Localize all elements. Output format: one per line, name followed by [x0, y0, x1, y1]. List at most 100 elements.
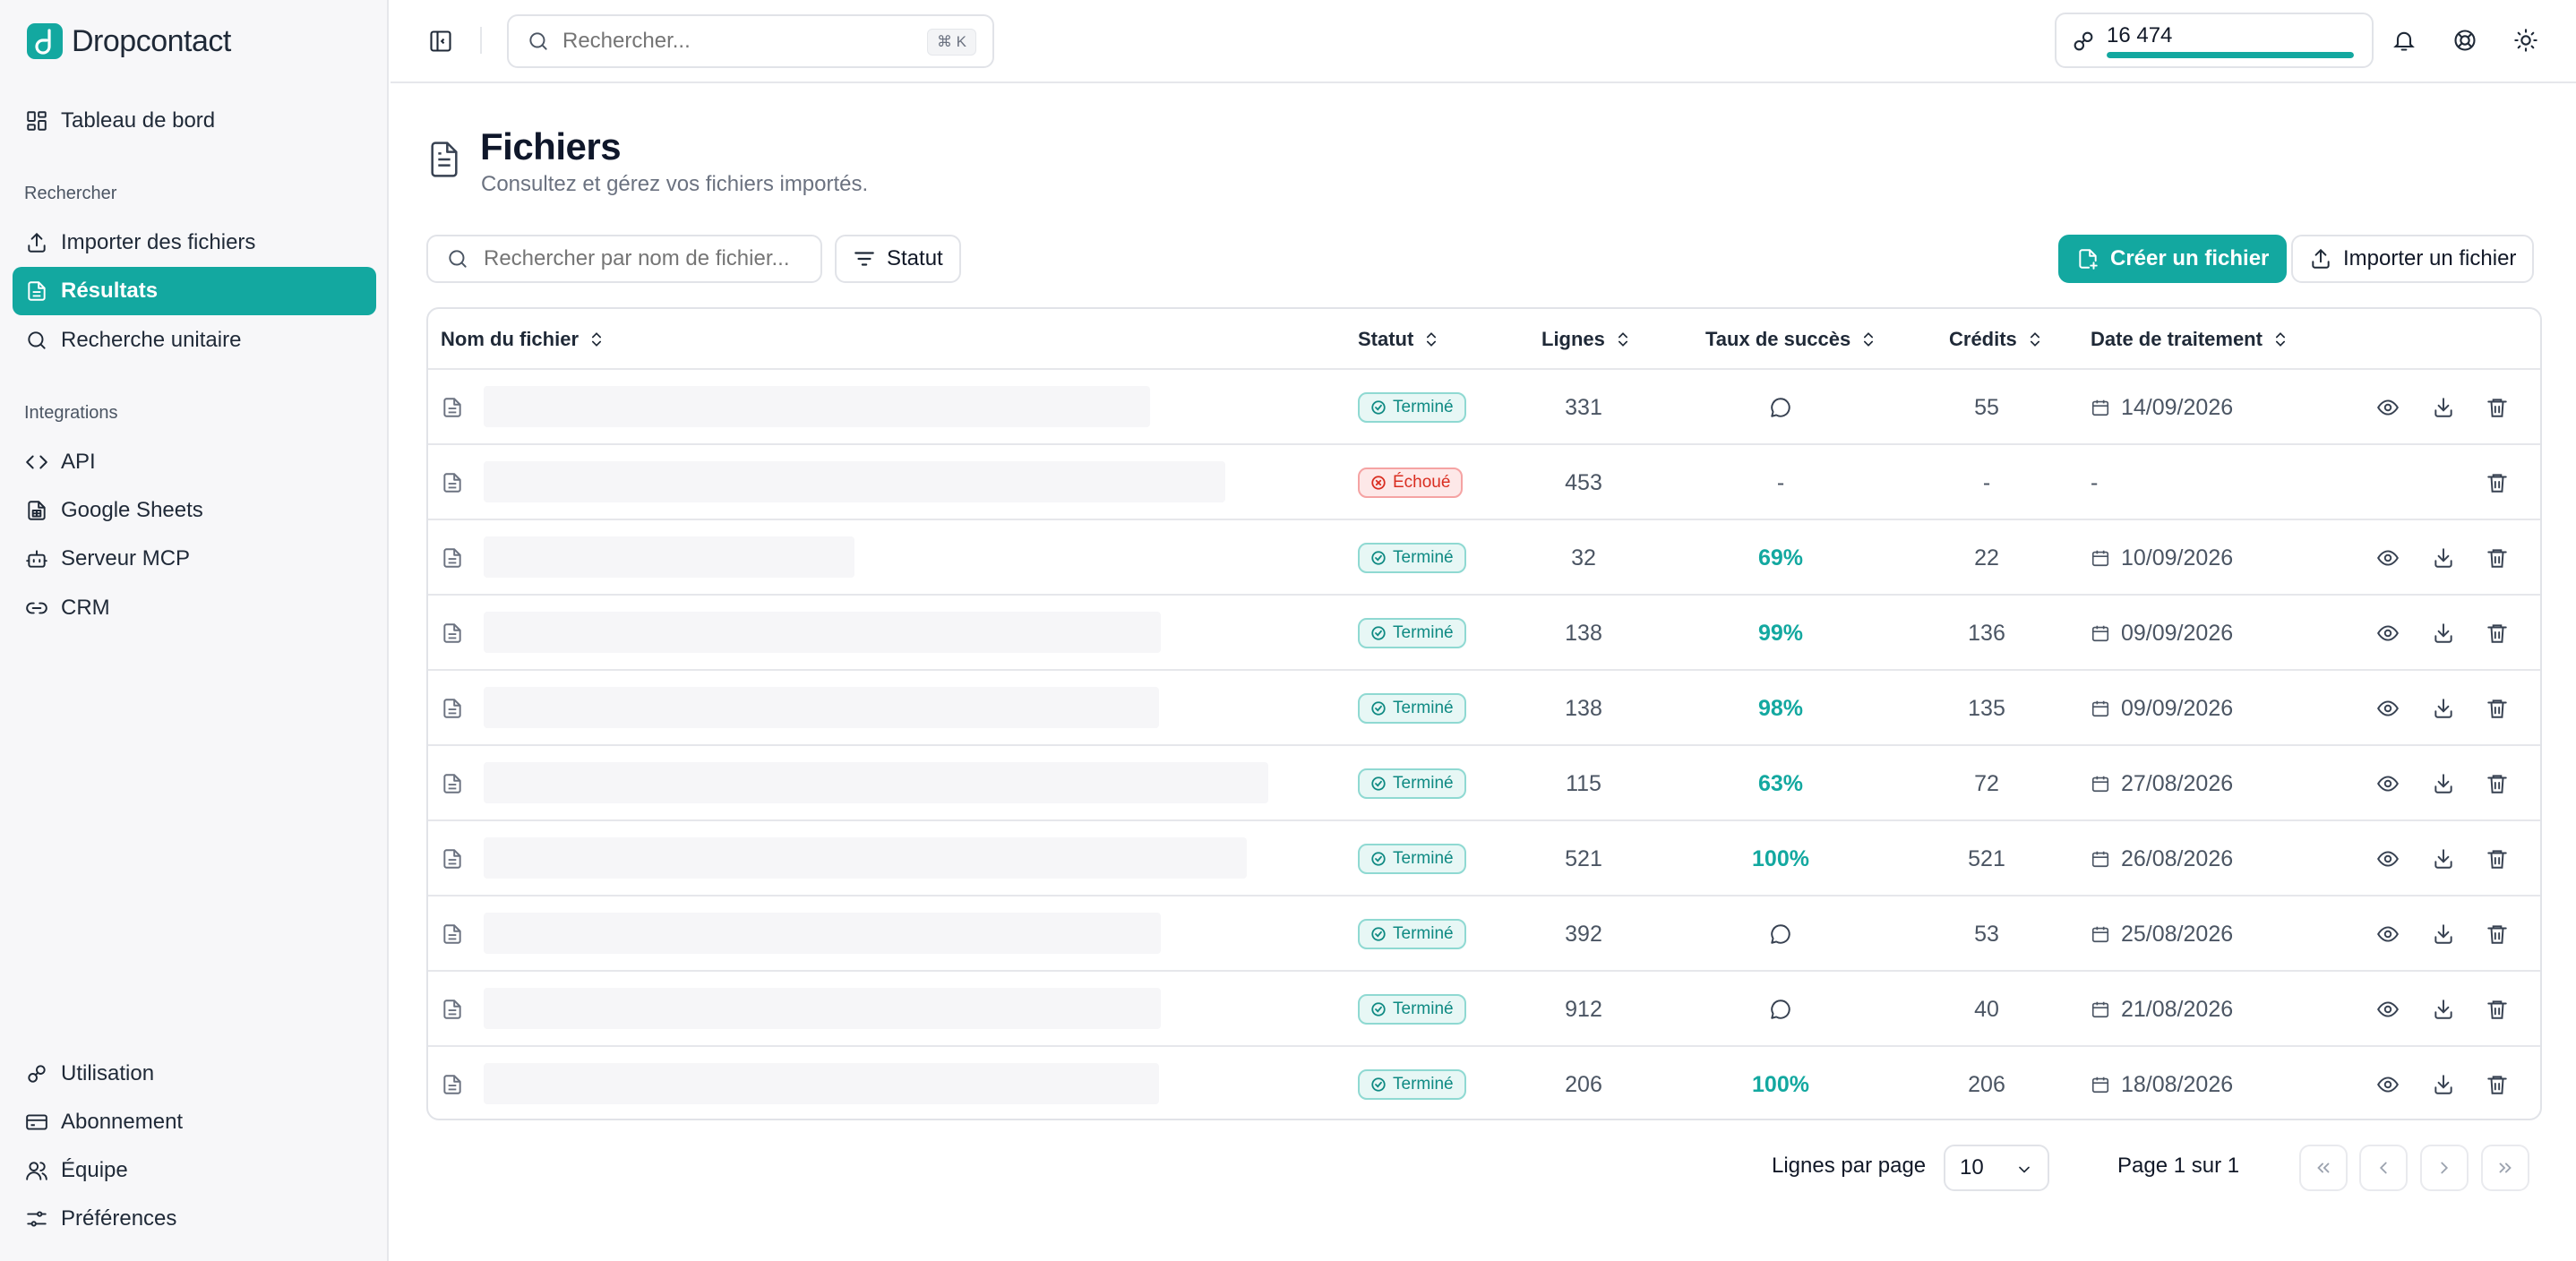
delete-file-button[interactable] [2481, 542, 2513, 574]
column-header-status[interactable]: Statut [1358, 309, 1440, 370]
first-page-button[interactable] [2299, 1145, 2348, 1191]
files-table: Nom du fichier Statut Lignes Taux de suc… [426, 307, 2542, 1120]
date-cell: - [2091, 445, 2098, 520]
delete-file-button[interactable] [2481, 467, 2513, 499]
delete-file-button[interactable] [2481, 918, 2513, 950]
column-header-processing-date[interactable]: Date de traitement [2091, 309, 2289, 370]
column-header-name[interactable]: Nom du fichier [441, 309, 605, 370]
delete-file-button[interactable] [2481, 768, 2513, 800]
comment-icon[interactable] [1769, 922, 1792, 946]
comment-icon[interactable] [1769, 998, 1792, 1021]
last-page-button[interactable] [2481, 1145, 2529, 1191]
download-file-button[interactable] [2427, 391, 2460, 424]
table-row[interactable]: Terminé 138 98% 135 09/09/2026 [428, 671, 2540, 746]
view-file-button[interactable] [2372, 993, 2404, 1025]
download-file-button[interactable] [2427, 1068, 2460, 1101]
sidebar-item-google-sheets[interactable]: Google Sheets [13, 486, 376, 535]
calendar-icon [2091, 398, 2121, 417]
download-file-button[interactable] [2427, 617, 2460, 649]
sidebar-item-team[interactable]: Équipe [13, 1146, 376, 1195]
delete-file-button[interactable] [2481, 692, 2513, 725]
column-header-credits[interactable]: Crédits [1949, 309, 2044, 370]
status-cell: Échoué [1358, 445, 1464, 520]
sidebar-item-mcp-server[interactable]: Serveur MCP [13, 535, 376, 583]
sidebar-item-api[interactable]: API [13, 438, 376, 486]
download-file-button[interactable] [2427, 768, 2460, 800]
file-name-redacted [484, 837, 1247, 879]
preferences-icon [25, 1207, 48, 1231]
success-rate-cell: 98% [1691, 671, 1870, 746]
file-plus-icon [2076, 247, 2099, 270]
comment-icon[interactable] [1769, 396, 1792, 419]
view-file-button[interactable] [2372, 542, 2404, 574]
create-file-label: Créer un fichier [2110, 246, 2270, 270]
column-label: Statut [1358, 328, 1414, 350]
delete-file-button[interactable] [2481, 993, 2513, 1025]
view-file-button[interactable] [2372, 617, 2404, 649]
download-file-button[interactable] [2427, 692, 2460, 725]
trash-icon [2486, 1073, 2509, 1096]
sidebar-item-usage[interactable]: Utilisation [13, 1050, 376, 1098]
file-icon [441, 972, 466, 1047]
delete-file-button[interactable] [2481, 391, 2513, 424]
table-row[interactable]: Terminé 32 69% 22 10/09/2026 [428, 520, 2540, 596]
sidebar-item-crm[interactable]: CRM [13, 584, 376, 632]
download-file-button[interactable] [2427, 542, 2460, 574]
toggle-sidebar-button[interactable] [421, 21, 460, 61]
sidebar-item-dashboard[interactable]: Tableau de bord [13, 97, 376, 145]
rows-per-page-label: Lignes par page [1772, 1154, 1927, 1178]
table-row[interactable]: Terminé 521 100% 521 26/08/2026 [428, 821, 2540, 896]
lines-value: 912 [1565, 996, 1602, 1022]
column-header-success-rate[interactable]: Taux de succès [1705, 309, 1877, 370]
table-row[interactable]: Terminé 912 40 21/08/2026 [428, 972, 2540, 1047]
create-file-button[interactable]: Créer un fichier [2058, 235, 2288, 283]
status-filter-button[interactable]: Statut [835, 235, 961, 283]
view-file-button[interactable] [2372, 391, 2404, 424]
status-label: Terminé [1393, 623, 1454, 642]
download-file-button[interactable] [2427, 993, 2460, 1025]
sidebar-item-label: Importer des fichiers [61, 230, 256, 254]
lines-cell: 521 [1494, 821, 1673, 896]
status-badge: Terminé [1358, 994, 1466, 1025]
global-search[interactable]: ⌘ K [507, 14, 994, 68]
sidebar-item-subscription[interactable]: Abonnement [13, 1098, 376, 1146]
download-file-button[interactable] [2427, 918, 2460, 950]
next-page-button[interactable] [2420, 1145, 2469, 1191]
view-file-button[interactable] [2372, 843, 2404, 875]
view-file-button[interactable] [2372, 692, 2404, 725]
download-file-button[interactable] [2427, 843, 2460, 875]
table-row[interactable]: Terminé 392 53 25/08/2026 [428, 896, 2540, 972]
import-file-button[interactable]: Importer un fichier [2291, 235, 2535, 283]
sidebar-item-results[interactable]: Résultats [13, 267, 376, 315]
table-row[interactable]: Échoué 453 - - - [428, 445, 2540, 520]
sidebar-item-label: Équipe [61, 1158, 128, 1182]
rows-per-page-select[interactable]: 10 [1944, 1145, 2049, 1191]
view-file-button[interactable] [2372, 768, 2404, 800]
delete-file-button[interactable] [2481, 843, 2513, 875]
file-search-input[interactable] [484, 246, 806, 271]
view-file-button[interactable] [2372, 918, 2404, 950]
delete-file-button[interactable] [2481, 617, 2513, 649]
table-row[interactable]: Terminé 331 55 14/09/2026 [428, 370, 2540, 445]
processing-date: 21/08/2026 [2121, 996, 2234, 1022]
column-header-lines[interactable]: Lignes [1541, 309, 1632, 370]
view-file-button[interactable] [2372, 1068, 2404, 1101]
notifications-button[interactable] [2384, 21, 2424, 60]
previous-page-button[interactable] [2359, 1145, 2408, 1191]
credits-counter[interactable]: 16 474 [2055, 13, 2374, 68]
sidebar-item-preferences[interactable]: Préférences [13, 1195, 376, 1243]
table-row[interactable]: Terminé 138 99% 136 09/09/2026 [428, 596, 2540, 671]
sidebar-item-single-search[interactable]: Recherche unitaire [13, 316, 376, 365]
global-search-input[interactable] [562, 29, 903, 54]
theme-toggle-button[interactable] [2506, 21, 2546, 60]
document-icon [25, 279, 48, 303]
file-search[interactable] [426, 235, 822, 283]
table-row[interactable]: Terminé 206 100% 206 18/08/2026 [428, 1047, 2540, 1119]
app-logo[interactable]: Dropcontact [27, 21, 231, 61]
table-row[interactable]: Terminé 115 63% 72 27/08/2026 [428, 746, 2540, 821]
delete-file-button[interactable] [2481, 1068, 2513, 1101]
lifebuoy-icon [2452, 28, 2477, 53]
help-button[interactable] [2445, 21, 2485, 60]
sidebar-item-import-files[interactable]: Importer des fichiers [13, 219, 376, 267]
date-cell: 25/08/2026 [2091, 896, 2233, 972]
